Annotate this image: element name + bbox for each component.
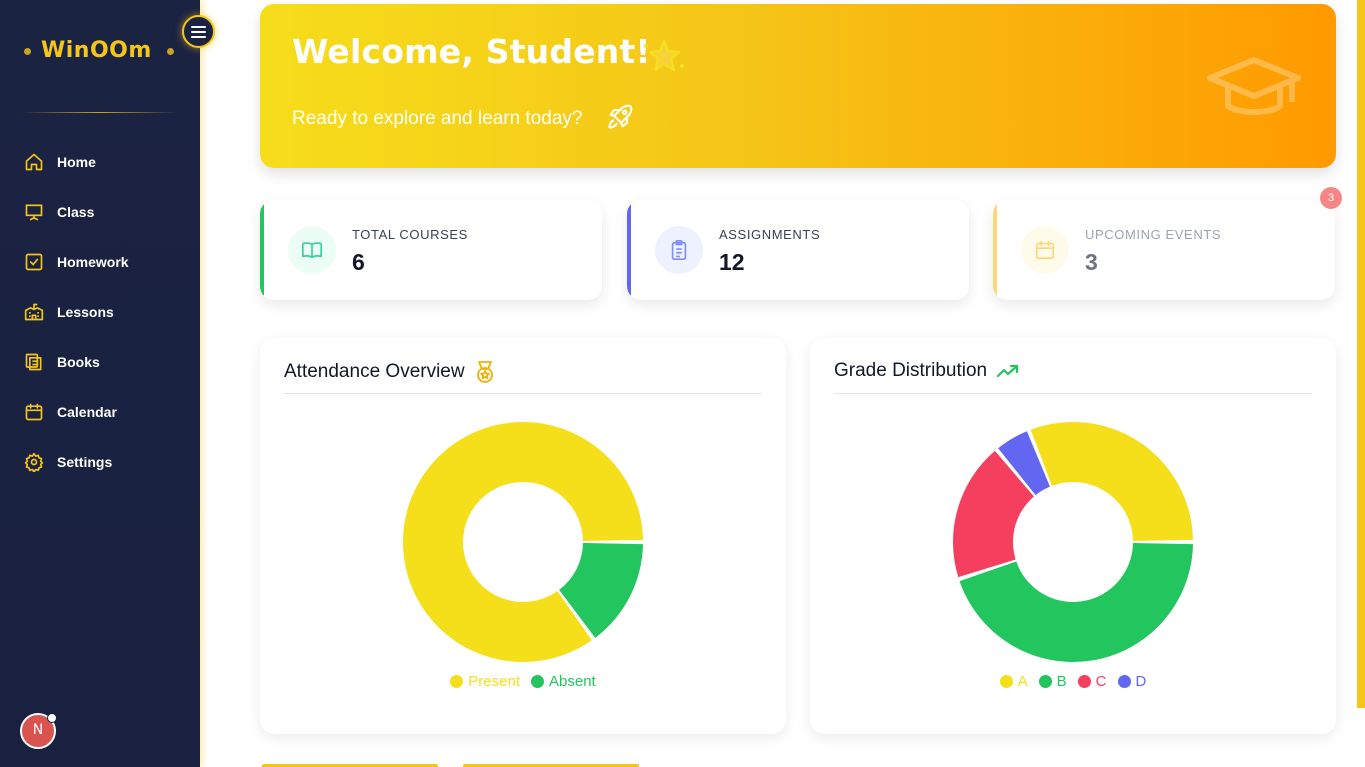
legend-label: A	[1017, 673, 1028, 690]
menu-toggle-button[interactable]	[182, 15, 215, 48]
stat-value: 3	[1085, 249, 1098, 275]
legend-item[interactable]: B	[1038, 673, 1067, 690]
sidebar-item-class[interactable]: Class	[24, 200, 94, 224]
legend-item[interactable]: Absent	[531, 673, 596, 690]
logo-divider	[20, 112, 180, 113]
hamburger-icon-line	[191, 25, 206, 28]
legend-item[interactable]: A	[999, 673, 1028, 690]
banner-subtitle: Ready to explore and learn today?	[292, 108, 583, 129]
books-icon	[25, 353, 42, 371]
sparkle-icon	[644, 39, 684, 72]
banner-title: Welcome, Student!	[292, 32, 651, 71]
calendar-icon	[1035, 240, 1055, 260]
legend-item[interactable]: Present	[450, 673, 520, 690]
legend-swatch	[531, 675, 544, 688]
legend-item[interactable]: C	[1077, 673, 1107, 690]
legend-swatch	[1038, 675, 1052, 688]
icon-circle	[655, 226, 703, 274]
rocket-icon	[608, 104, 633, 129]
icon-circle	[288, 226, 336, 274]
accent-bar	[260, 200, 264, 300]
app-logo[interactable]: WinOOm	[24, 38, 184, 68]
presentation-icon	[25, 204, 43, 221]
accent-bar	[993, 200, 997, 300]
grade-chart-card: Grade Distribution A B C D	[810, 338, 1336, 734]
checkbox-icon	[25, 253, 43, 271]
legend-label: C	[1095, 673, 1107, 690]
sidebar-item-label: Homework	[57, 254, 129, 270]
donut-slice-a[interactable]	[1030, 422, 1193, 541]
open-book-icon	[302, 242, 322, 259]
sidebar-item-books[interactable]: Books	[24, 350, 100, 374]
chart-legend: A B C D	[810, 673, 1336, 690]
legend-swatch	[999, 675, 1013, 688]
calendar-icon	[25, 403, 43, 421]
gear-icon	[24, 452, 44, 472]
sidebar-item-home[interactable]: Home	[24, 150, 96, 174]
stat-value: 6	[352, 249, 365, 275]
page-scrollbar[interactable]	[1357, 0, 1365, 708]
sidebar: WinOOm Home Class Homework Lessons Books…	[0, 0, 200, 767]
sidebar-item-label: Calendar	[57, 404, 117, 420]
legend-swatch	[450, 675, 464, 688]
stat-label: TOTAL COURSES	[352, 227, 468, 242]
legend-label: Present	[468, 673, 520, 690]
welcome-banner: Welcome, Student! Ready to explore and l…	[260, 4, 1336, 168]
legend-label: D	[1135, 673, 1147, 690]
sidebar-item-calendar[interactable]: Calendar	[24, 400, 117, 424]
sidebar-item-label: Settings	[57, 454, 113, 470]
stat-label: ASSIGNMENTS	[719, 227, 821, 242]
sidebar-item-settings[interactable]: Settings	[24, 450, 112, 474]
notification-badge[interactable]: 3	[1320, 187, 1342, 209]
stat-label: UPCOMING EVENTS	[1085, 227, 1222, 242]
accent-bar	[627, 200, 631, 300]
sidebar-item-label: Class	[57, 204, 95, 220]
logo-dot-right	[167, 48, 174, 55]
stat-card-upcoming-events[interactable]: UPCOMING EVENTS 3	[993, 200, 1335, 300]
legend-swatch	[1117, 675, 1131, 688]
sidebar-item-lessons[interactable]: Lessons	[24, 300, 114, 324]
legend-label: Absent	[549, 673, 596, 690]
school-icon	[24, 303, 44, 321]
legend-item[interactable]: D	[1117, 673, 1147, 690]
sidebar-item-label: Home	[57, 154, 96, 170]
legend-swatch	[1077, 675, 1091, 688]
stat-value: 12	[719, 249, 745, 275]
logo-dot-left	[24, 48, 31, 55]
sidebar-item-homework[interactable]: Homework	[24, 250, 129, 274]
status-indicator	[47, 713, 57, 723]
sidebar-item-label: Lessons	[57, 304, 114, 320]
hamburger-icon-line	[191, 35, 206, 38]
home-icon	[25, 153, 43, 171]
legend-label: B	[1056, 673, 1067, 690]
attendance-chart-card: Attendance Overview Present Absent	[260, 338, 786, 734]
stat-card-total-courses[interactable]: TOTAL COURSES 6	[260, 200, 602, 300]
graduation-cap-icon	[1207, 57, 1301, 115]
icon-circle	[1021, 226, 1069, 274]
stat-card-assignments[interactable]: ASSIGNMENTS 12	[627, 200, 969, 300]
chart-legend: Present Absent	[260, 673, 786, 690]
hamburger-icon-line	[191, 30, 206, 33]
sidebar-item-label: Books	[57, 354, 100, 370]
logo-text: WinOOm	[41, 38, 152, 63]
clipboard-icon	[671, 240, 687, 260]
